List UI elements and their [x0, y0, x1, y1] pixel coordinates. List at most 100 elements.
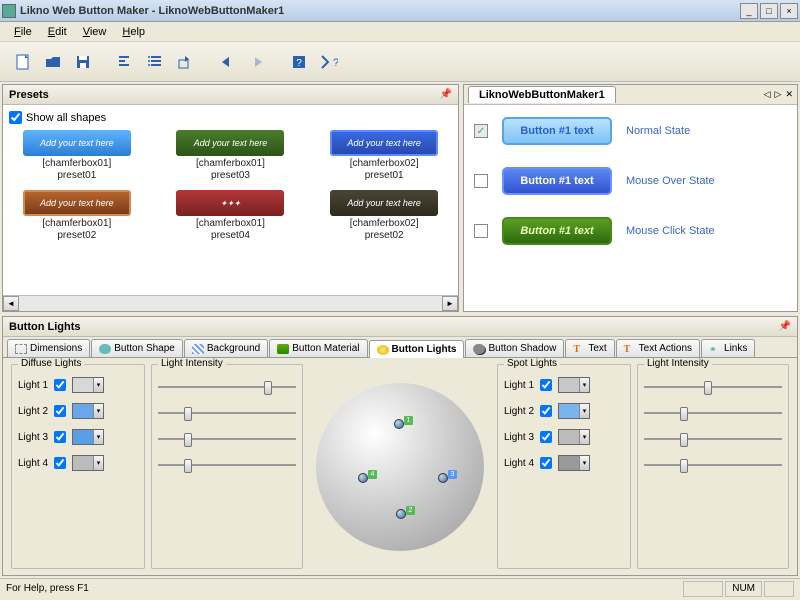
dimensions-icon — [15, 344, 27, 354]
tab-links[interactable]: ⚭Links — [701, 339, 755, 357]
close-button[interactable]: × — [780, 3, 798, 19]
preset-item[interactable]: Add your text here[chamferbox01]preset01 — [9, 130, 145, 182]
chevron-down-icon[interactable]: ▾ — [579, 430, 589, 444]
chevron-down-icon[interactable]: ▾ — [93, 430, 103, 444]
back-icon[interactable] — [214, 49, 240, 75]
light-enable-checkbox[interactable] — [54, 431, 66, 443]
state-row-normal: ✓ Button #1 text Normal State — [474, 117, 787, 145]
light-color-picker[interactable]: ▾ — [72, 455, 104, 471]
menu-view[interactable]: View — [75, 24, 115, 40]
intensity-slider[interactable] — [644, 407, 782, 419]
status-help-text: For Help, press F1 — [6, 583, 89, 594]
preset-item[interactable]: Add your text here[chamferbox02]preset01 — [316, 130, 452, 182]
light-color-picker[interactable]: ▾ — [72, 377, 104, 393]
button-preview-click[interactable]: Button #1 text — [502, 217, 612, 245]
button-preview-normal[interactable]: Button #1 text — [502, 117, 612, 145]
chevron-down-icon[interactable]: ▾ — [93, 404, 103, 418]
button-preview-hover[interactable]: Button #1 text — [502, 167, 612, 195]
new-icon[interactable] — [10, 49, 36, 75]
lights-icon — [377, 345, 389, 355]
open-icon[interactable] — [40, 49, 66, 75]
links-icon: ⚭ — [709, 344, 721, 354]
intensity-slider[interactable] — [158, 459, 296, 471]
preset-grid: Add your text here[chamferbox01]preset01… — [9, 130, 452, 242]
light-color-picker[interactable]: ▾ — [558, 403, 590, 419]
menu-help[interactable]: Help — [114, 24, 153, 40]
light-enable-checkbox[interactable] — [54, 379, 66, 391]
tab-dimensions[interactable]: Dimensions — [7, 339, 90, 357]
light-marker-3[interactable]: 3 — [438, 473, 454, 489]
light-color-picker[interactable]: ▾ — [558, 429, 590, 445]
hover-state-check[interactable] — [474, 174, 488, 188]
presets-scrollbar[interactable]: ◄ ► — [3, 295, 458, 311]
tab-button-shadow[interactable]: Button Shadow — [465, 339, 564, 357]
pin-icon[interactable]: 📌 — [779, 321, 791, 332]
preview-tab[interactable]: LiknoWebButtonMaker1 — [468, 86, 616, 103]
normal-state-check[interactable]: ✓ — [474, 124, 488, 138]
status-cell — [683, 581, 723, 597]
light-marker-2[interactable]: 2 — [396, 509, 412, 525]
prev-doc-icon[interactable]: ◁ — [764, 89, 771, 100]
tab-text[interactable]: TText — [565, 339, 614, 357]
light-enable-checkbox[interactable] — [540, 457, 552, 469]
light-color-picker[interactable]: ▾ — [72, 429, 104, 445]
maximize-button[interactable]: □ — [760, 3, 778, 19]
minimize-button[interactable]: _ — [740, 3, 758, 19]
show-all-shapes-checkbox[interactable] — [9, 111, 22, 124]
save-icon[interactable] — [70, 49, 96, 75]
intensity-slider[interactable] — [158, 433, 296, 445]
preset-item[interactable]: Add your text here[chamferbox01]preset02 — [9, 190, 145, 242]
light-enable-checkbox[interactable] — [54, 405, 66, 417]
normal-state-label: Normal State — [626, 125, 690, 137]
intensity-slider[interactable] — [644, 381, 782, 393]
pin-icon[interactable]: 📌 — [440, 89, 452, 100]
light-color-picker[interactable]: ▾ — [558, 377, 590, 393]
light-color-picker[interactable]: ▾ — [558, 455, 590, 471]
scroll-track[interactable] — [19, 296, 442, 311]
tab-background[interactable]: Background — [184, 339, 268, 357]
light-color-picker[interactable]: ▾ — [72, 403, 104, 419]
light-marker-4[interactable]: 4 — [358, 473, 374, 489]
light-sphere[interactable]: 1 2 3 4 — [316, 383, 484, 551]
light-marker-1[interactable]: 1 — [394, 419, 410, 435]
preset-item[interactable]: Add your text here[chamferbox01]preset03 — [163, 130, 299, 182]
light-enable-checkbox[interactable] — [540, 405, 552, 417]
menu-edit[interactable]: Edit — [40, 24, 75, 40]
preset-label: [chamferbox01]preset04 — [163, 218, 299, 242]
context-help-icon[interactable]: ? — [316, 49, 342, 75]
align-left-icon[interactable] — [112, 49, 138, 75]
tab-button-shape[interactable]: Button Shape — [91, 339, 183, 357]
menu-file[interactable]: File — [6, 24, 40, 40]
align-list-icon[interactable] — [142, 49, 168, 75]
tab-button-lights[interactable]: Button Lights — [369, 340, 465, 358]
light-enable-checkbox[interactable] — [540, 379, 552, 391]
preview-nav: ◁ ▷ ✕ — [764, 89, 793, 100]
forward-icon[interactable] — [244, 49, 270, 75]
tab-text-actions[interactable]: TText Actions — [616, 339, 700, 357]
intensity-slider[interactable] — [158, 407, 296, 419]
chevron-down-icon[interactable]: ▾ — [93, 378, 103, 392]
light-enable-checkbox[interactable] — [540, 431, 552, 443]
main-toolbar: ? ? — [0, 42, 800, 82]
next-doc-icon[interactable]: ▷ — [775, 89, 782, 100]
chevron-down-icon[interactable]: ▾ — [579, 456, 589, 470]
intensity-slider[interactable] — [644, 433, 782, 445]
intensity-slider[interactable] — [158, 381, 296, 393]
chevron-down-icon[interactable]: ▾ — [579, 378, 589, 392]
preset-item[interactable]: Add your text here[chamferbox02]preset02 — [316, 190, 452, 242]
light-enable-checkbox[interactable] — [54, 457, 66, 469]
show-all-shapes-check[interactable]: Show all shapes — [9, 111, 452, 124]
export-icon[interactable] — [172, 49, 198, 75]
preset-item[interactable]: ✦✦✦[chamferbox01]preset04 — [163, 190, 299, 242]
text-icon: T — [573, 344, 585, 354]
click-state-check[interactable] — [474, 224, 488, 238]
tab-button-material[interactable]: Button Material — [269, 339, 367, 357]
help-book-icon[interactable]: ? — [286, 49, 312, 75]
intensity-slider[interactable] — [644, 459, 782, 471]
chevron-down-icon[interactable]: ▾ — [579, 404, 589, 418]
scroll-right-icon[interactable]: ► — [442, 296, 458, 311]
light-row: Light 2▾ — [18, 403, 138, 419]
close-doc-icon[interactable]: ✕ — [785, 89, 793, 100]
scroll-left-icon[interactable]: ◄ — [3, 296, 19, 311]
chevron-down-icon[interactable]: ▾ — [93, 456, 103, 470]
